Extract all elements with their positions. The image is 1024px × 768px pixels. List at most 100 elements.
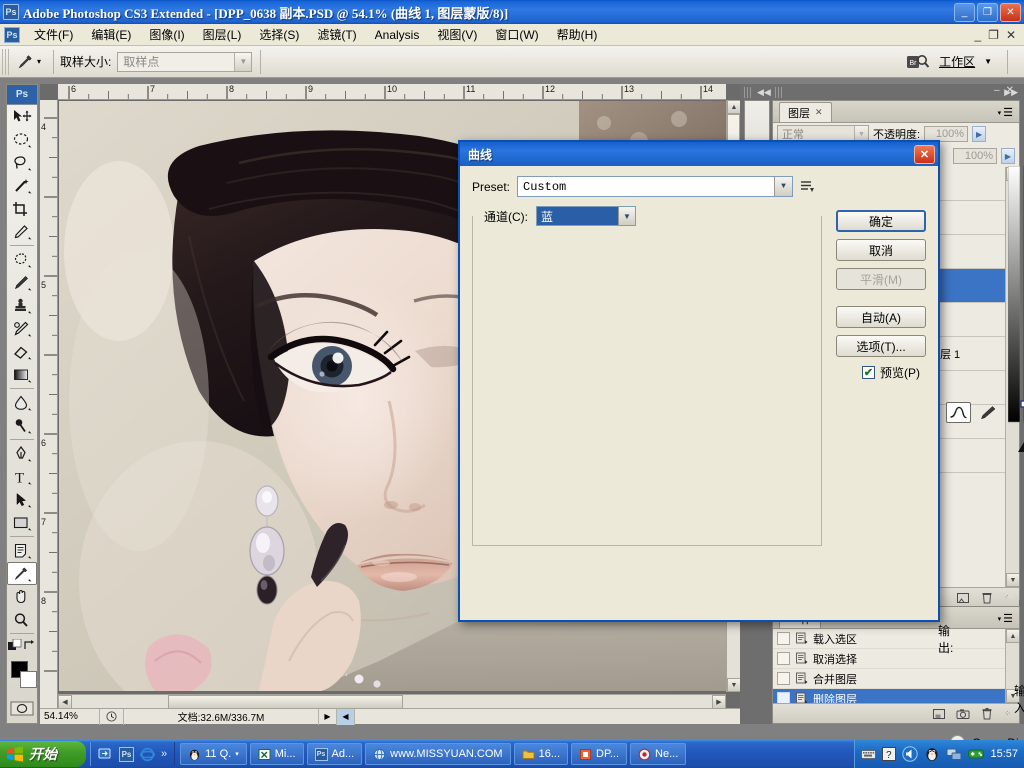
auto-button[interactable]: 自动(A) (836, 306, 926, 328)
menu-analysis[interactable]: Analysis (366, 25, 429, 45)
preset-options-icon[interactable] (800, 179, 815, 194)
clone-stamp-tool[interactable] (7, 294, 37, 317)
notes-tool[interactable] (7, 539, 37, 562)
scroll-down-button[interactable]: ▼ (727, 678, 741, 692)
task-photoshop[interactable]: Ps Ad... (307, 743, 363, 765)
list-item[interactable]: 载入选区 (773, 629, 1019, 649)
current-tool-preset[interactable]: ▾ (10, 53, 47, 71)
help-icon[interactable]: ? (882, 747, 896, 761)
curve-pencil-tool[interactable] (976, 402, 1001, 423)
network-icon[interactable] (946, 746, 962, 762)
toolbox-header[interactable]: Ps (7, 85, 37, 105)
volume-icon[interactable] (902, 746, 918, 762)
photoshop-icon[interactable]: Ps (119, 747, 134, 762)
curve-point-tool[interactable] (946, 402, 971, 423)
cancel-button[interactable]: 取消 (836, 239, 926, 261)
start-button[interactable]: 开始 (0, 741, 86, 767)
history-scroll-up[interactable]: ▲ (1006, 629, 1019, 643)
close-icon[interactable]: ✕ (914, 145, 935, 164)
slice-tool[interactable] (7, 220, 37, 243)
menu-window[interactable]: 窗口(W) (486, 23, 547, 46)
history-panel-menu-icon[interactable]: ▾☰ (998, 612, 1013, 625)
more-chevron-icon[interactable]: » (161, 748, 167, 760)
layers-close-button[interactable]: ✕ (1006, 85, 1014, 96)
preview-row[interactable]: ✔ 预览(P) (862, 364, 920, 381)
history-brush-tool[interactable] (7, 317, 37, 340)
menu-filter[interactable]: 滤镜(T) (308, 23, 365, 46)
resize-grip-icon[interactable]: ⁘ (1004, 709, 1011, 718)
panel-menu-icon[interactable]: ▾☰ (998, 106, 1013, 119)
options-bar-grip[interactable] (2, 49, 10, 75)
channel-select[interactable]: 蓝 ▼ (536, 206, 636, 226)
shape-tool[interactable] (7, 511, 37, 534)
doc-restore-button[interactable]: ❐ (988, 28, 999, 42)
brush-tool[interactable] (7, 271, 37, 294)
close-button[interactable]: ✕ (1000, 3, 1021, 22)
history-checkbox[interactable] (777, 632, 790, 645)
doc-close-button[interactable]: ✕ (1006, 28, 1016, 42)
layers-minimize-button[interactable]: – (994, 85, 1000, 96)
canvas-horizontal-scrollbar[interactable]: ◀ ▶ (58, 694, 726, 708)
clock[interactable]: 15:57 (990, 748, 1018, 760)
options-button[interactable]: 选项(T)... (836, 335, 926, 357)
layers-scroll-down[interactable]: ▼ (1006, 573, 1019, 587)
delete-layer-icon[interactable] (980, 591, 994, 605)
workspace-arrow-icon[interactable]: ▼ (984, 57, 992, 66)
dock-grip-icon-2[interactable] (775, 87, 782, 98)
swap-colors-icon[interactable] (23, 639, 36, 652)
fill-stepper-icon[interactable]: ▶ (1001, 148, 1015, 164)
game-icon[interactable] (968, 746, 984, 762)
chevron-down-icon[interactable]: ▼ (234, 53, 251, 71)
bridge-icon[interactable]: Br (906, 52, 930, 72)
collapse-left-icon[interactable]: ◀◀ (757, 87, 771, 98)
history-close-button[interactable]: ✕ (1006, 592, 1014, 603)
preview-checkbox[interactable]: ✔ (862, 366, 875, 379)
marquee-tool[interactable] (7, 128, 37, 151)
new-layer-icon[interactable] (956, 591, 970, 605)
task-qq[interactable]: 11 Q. ▾ (180, 743, 247, 765)
path-selection-tool[interactable] (7, 488, 37, 511)
zoom-level[interactable]: 54.14% (40, 709, 100, 725)
task-app[interactable]: Ne... (630, 743, 686, 765)
tab-layers[interactable]: 图层 ✕ (779, 102, 832, 122)
eraser-tool[interactable] (7, 340, 37, 363)
scroll-h-thumb[interactable] (168, 695, 403, 709)
default-colors-icon[interactable] (8, 639, 22, 652)
opacity-stepper-icon[interactable]: ▶ (972, 126, 986, 142)
eyedropper-tool[interactable] (7, 562, 37, 585)
internet-explorer-icon[interactable] (140, 747, 155, 762)
sample-size-select[interactable]: 取样点 ▼ (117, 52, 252, 72)
status-left-arrow[interactable]: ◀ (337, 709, 355, 725)
history-minimize-button[interactable]: – (994, 592, 1000, 603)
scroll-right-button[interactable]: ▶ (712, 695, 726, 709)
history-checkbox[interactable] (777, 652, 790, 665)
magic-wand-tool[interactable] (7, 174, 37, 197)
dodge-tool[interactable] (7, 414, 37, 437)
new-snapshot-icon[interactable] (956, 707, 970, 721)
history-checkbox[interactable] (777, 692, 790, 703)
ok-button[interactable]: 确定 (836, 210, 926, 232)
task-office[interactable]: DP... (571, 743, 627, 765)
zoom-tool[interactable] (7, 608, 37, 631)
show-desktop-icon[interactable] (98, 747, 113, 762)
gradient-tool[interactable] (7, 363, 37, 386)
workspace-label[interactable]: 工作区 (939, 53, 975, 70)
background-color-swatch[interactable] (20, 671, 37, 688)
pen-tool[interactable] (7, 442, 37, 465)
task-excel[interactable]: Mi... (250, 743, 304, 765)
move-tool[interactable] (7, 105, 37, 128)
menu-select[interactable]: 选择(S) (250, 23, 308, 46)
history-checkbox[interactable] (777, 672, 790, 685)
keyboard-icon[interactable] (861, 748, 876, 761)
task-folder[interactable]: 16... (514, 743, 568, 765)
qq-icon[interactable] (924, 746, 940, 762)
crop-tool[interactable] (7, 197, 37, 220)
preset-select[interactable]: Custom ▼ (517, 176, 793, 197)
doc-minimize-button[interactable]: _ (974, 28, 981, 42)
trash-icon[interactable] (980, 707, 994, 721)
new-document-icon[interactable] (932, 707, 946, 721)
list-item[interactable]: 合并图层 (773, 669, 1019, 689)
scroll-up-button[interactable]: ▲ (727, 100, 741, 114)
blur-tool[interactable] (7, 391, 37, 414)
list-item[interactable]: 删除图层 (773, 689, 1019, 703)
